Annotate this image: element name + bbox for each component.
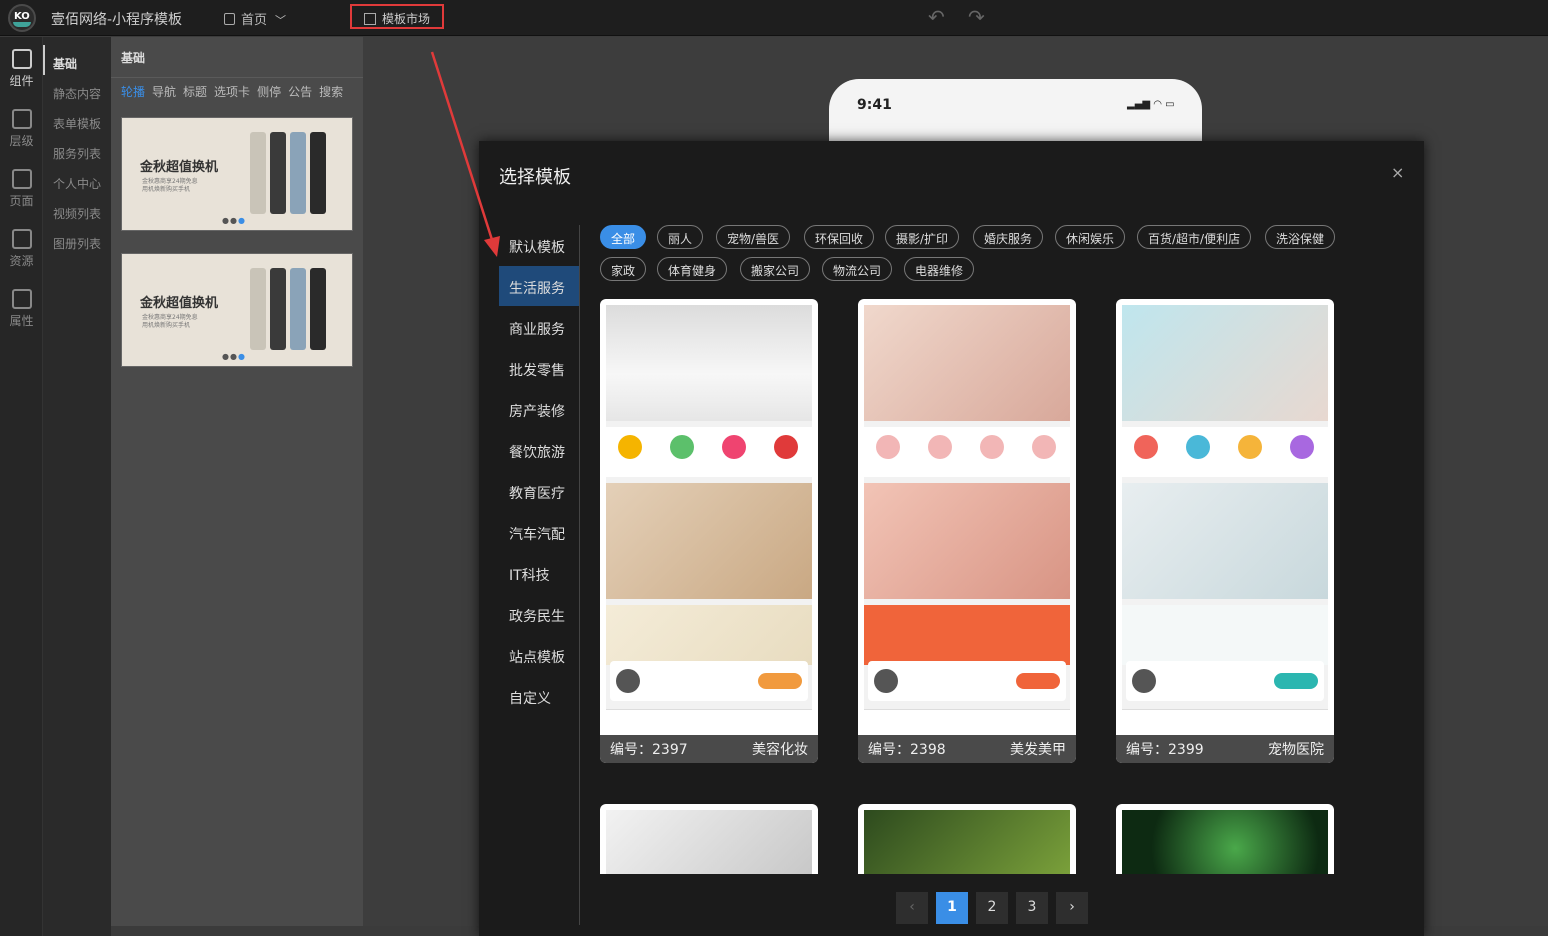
annotation-arrow	[430, 51, 500, 257]
arrow-head	[484, 236, 500, 257]
arrow-line	[430, 51, 496, 247]
